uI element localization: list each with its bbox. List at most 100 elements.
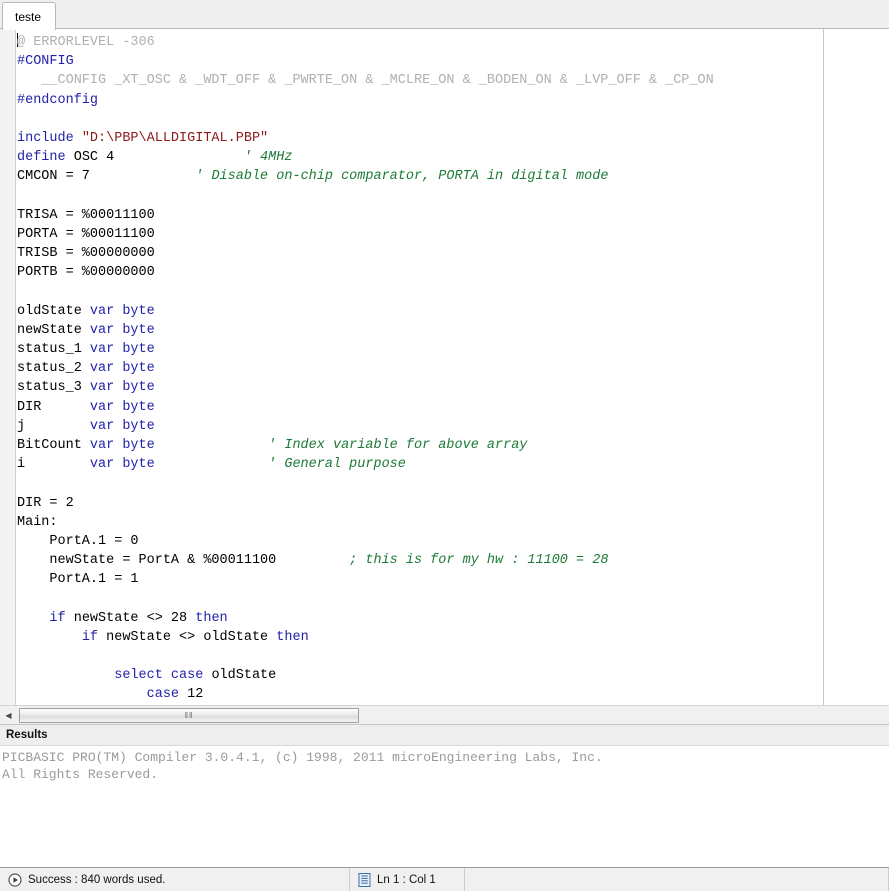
code-token: TRISB = %00000000: [17, 246, 155, 261]
code-line: TRISB = %00000000: [17, 244, 889, 263]
code-line: #CONFIG: [17, 52, 889, 71]
code-line: DIR var byte: [17, 398, 889, 417]
code-token: [276, 553, 349, 568]
code-token: TRISA = %00011100: [17, 208, 155, 223]
code-token: status_2: [17, 361, 90, 376]
code-line: PORTA = %00011100: [17, 225, 889, 244]
code-token: define: [17, 150, 74, 165]
code-line: case 12: [17, 685, 889, 704]
code-token: PORTB = %00000000: [17, 265, 155, 280]
code-token: ' General purpose: [268, 457, 406, 472]
code-token: @ ERRORLEVEL -306: [17, 35, 155, 50]
code-token: CMCON = 7: [17, 169, 90, 184]
code-line: status_2 var byte: [17, 359, 889, 378]
cursor-position-text: Ln 1 : Col 1: [377, 874, 436, 886]
code-token: j: [17, 419, 90, 434]
code-line: ​: [17, 589, 889, 608]
code-token: [17, 687, 147, 702]
status-bar-cursor-position: Ln 1 : Col 1: [350, 868, 465, 891]
code-token: ' 4MHz: [244, 150, 293, 165]
code-token: then: [276, 630, 308, 645]
tab-label: teste: [15, 10, 41, 24]
code-token: var byte: [90, 380, 155, 395]
code-token: [17, 611, 49, 626]
code-line: ​: [17, 282, 889, 301]
code-token: PORTA = %00011100: [17, 227, 155, 242]
code-token: var byte: [90, 438, 155, 453]
code-editor[interactable]: @ ERRORLEVEL -306 #CONFIG __CONFIG _XT_OS…: [0, 29, 889, 705]
code-line: CMCON = 7 ' Disable on-chip comparator, …: [17, 167, 889, 186]
code-token: then: [195, 611, 227, 626]
results-title: Results: [6, 729, 48, 741]
code-token: 12: [187, 687, 203, 702]
code-token: newState = PortA & %00011100: [17, 553, 276, 568]
code-line: include "D:\PBP\ALLDIGITAL.PBP": [17, 129, 889, 148]
status-bar: Success : 840 words used. Ln 1 : Col 1: [0, 867, 889, 891]
code-line: BitCount var byte ' Index variable for a…: [17, 436, 889, 455]
code-line: status_1 var byte: [17, 340, 889, 359]
code-token: oldState: [17, 304, 90, 319]
code-line: select case oldState: [17, 666, 889, 685]
scrollbar-thumb[interactable]: ‖‖: [19, 708, 359, 723]
code-token: DIR = 2: [17, 496, 74, 511]
code-line: j var byte: [17, 417, 889, 436]
code-token: var byte: [90, 342, 155, 357]
code-line: PORTB = %00000000: [17, 263, 889, 282]
code-token: "D:\PBP\ALLDIGITAL.PBP": [82, 131, 268, 146]
code-line: @ ERRORLEVEL -306: [17, 33, 889, 52]
code-token: var byte: [90, 323, 155, 338]
code-text-area[interactable]: @ ERRORLEVEL -306 #CONFIG __CONFIG _XT_OS…: [17, 29, 889, 705]
code-line: oldState var byte: [17, 302, 889, 321]
scrollbar-track[interactable]: ‖‖: [17, 707, 889, 724]
code-line: __CONFIG _XT_OSC & _WDT_OFF & _PWRTE_ON …: [17, 71, 889, 90]
code-line: status_3 var byte: [17, 378, 889, 397]
code-token: status_3: [17, 380, 90, 395]
code-token: oldState: [211, 668, 276, 683]
code-token: var byte: [90, 361, 155, 376]
compile-status-icon: [8, 873, 22, 887]
code-line: ​: [17, 474, 889, 493]
code-token: if: [49, 611, 73, 626]
code-token: DIR: [17, 400, 90, 415]
results-panel-header: Results: [0, 724, 889, 746]
results-output: PICBASIC PRO(TM) Compiler 3.0.4.1, (c) 1…: [0, 746, 889, 867]
code-token: OSC 4: [74, 150, 115, 165]
code-token: var byte: [90, 419, 155, 434]
code-token: var byte: [90, 400, 155, 415]
results-line: All Rights Reserved.: [2, 767, 889, 784]
code-token: [155, 438, 268, 453]
code-token: ' Disable on-chip comparator, PORTA in d…: [195, 169, 608, 184]
code-token: ' Index variable for above array: [268, 438, 527, 453]
code-token: select case: [114, 668, 211, 683]
code-token: __CONFIG _XT_OSC & _WDT_OFF & _PWRTE_ON …: [17, 73, 714, 88]
code-line: ​: [17, 110, 889, 129]
results-line: PICBASIC PRO(TM) Compiler 3.0.4.1, (c) 1…: [2, 750, 889, 767]
editor-horizontal-scrollbar[interactable]: ◀ ‖‖: [0, 705, 889, 724]
code-token: [155, 457, 268, 472]
code-line: PortA.1 = 1: [17, 570, 889, 589]
code-token: if: [82, 630, 106, 645]
code-line: PortA.1 = 0: [17, 532, 889, 551]
code-token: newState <> oldState: [106, 630, 276, 645]
scrollbar-grip-icon: ‖‖: [185, 711, 194, 720]
code-line: if newState <> 28 then: [17, 609, 889, 628]
code-line: define OSC 4 ' 4MHz: [17, 148, 889, 167]
code-line: TRISA = %00011100: [17, 206, 889, 225]
compile-status-text: Success : 840 words used.: [28, 874, 165, 886]
code-line: ​: [17, 187, 889, 206]
code-token: status_1: [17, 342, 90, 357]
code-token: [17, 668, 114, 683]
code-line: DIR = 2: [17, 494, 889, 513]
margin-guide-line: [823, 29, 824, 705]
code-token: PortA.1 = 0: [17, 534, 139, 549]
tab-teste[interactable]: teste: [2, 2, 56, 30]
code-line: #endconfig: [17, 91, 889, 110]
code-token: i: [17, 457, 90, 472]
code-line: newState var byte: [17, 321, 889, 340]
code-token: var byte: [90, 457, 155, 472]
scroll-left-arrow-icon[interactable]: ◀: [0, 707, 17, 724]
code-token: [90, 169, 195, 184]
code-token: newState <> 28: [74, 611, 196, 626]
code-token: var byte: [90, 304, 155, 319]
application-window: teste @ ERRORLEVEL -306 #CONFIG __CONFIG …: [0, 0, 889, 891]
